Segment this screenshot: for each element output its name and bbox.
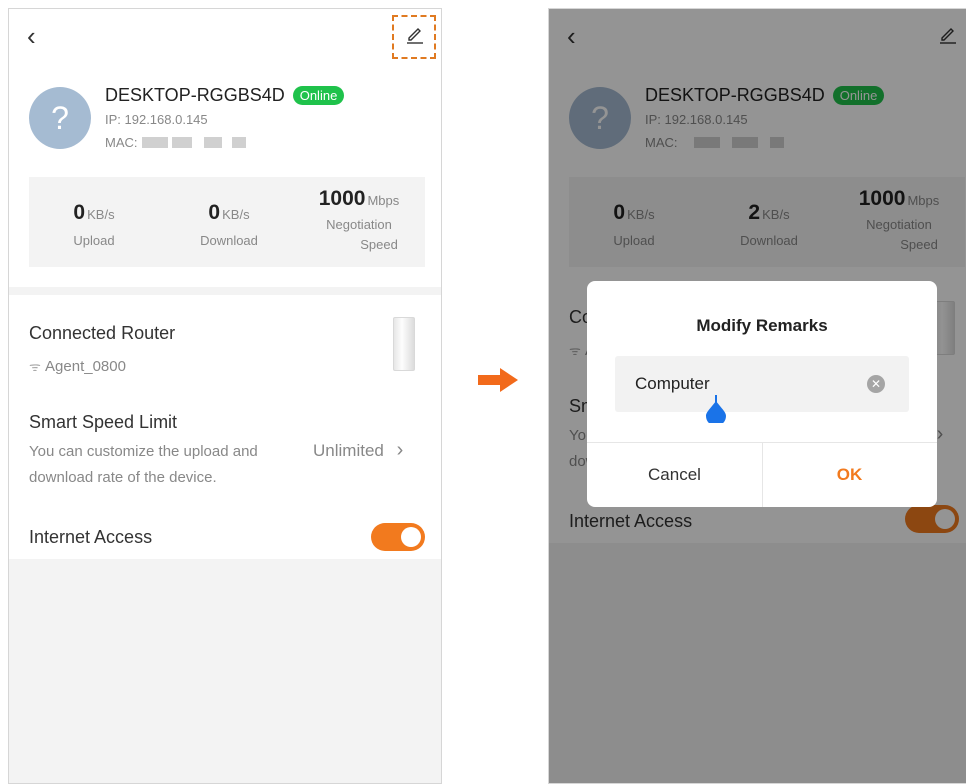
upload-unit: KB/s <box>87 207 115 222</box>
mac-redacted <box>171 137 192 148</box>
device-ip: IP: 192.168.0.145 <box>105 112 208 127</box>
avatar-glyph: ? <box>51 99 69 136</box>
remarks-input[interactable] <box>635 356 865 412</box>
device-info-card: ‹ ? DESKTOP-RGGBS4D Online IP: 192.168.0… <box>9 9 441 287</box>
negotiation-label-line1: Negotiation <box>326 217 392 232</box>
wifi-icon: ᯤ <box>29 359 41 374</box>
clear-icon[interactable]: ✕ <box>867 375 885 393</box>
avatar: ? <box>29 87 91 149</box>
internet-access-toggle[interactable] <box>371 523 425 551</box>
dialog-title: Modify Remarks <box>696 316 828 335</box>
upload-value: 0 <box>73 201 86 224</box>
mac-redacted <box>231 137 246 148</box>
upload-stat: 0 KB/s Upload <box>49 201 139 248</box>
internet-access-title: Internet Access <box>29 527 153 547</box>
negotiation-value: 1000 <box>318 187 366 210</box>
device-name-row: DESKTOP-RGGBS4D Online <box>105 85 345 106</box>
speed-limit-value-row[interactable]: Unlimited › <box>313 439 403 462</box>
mac-redacted <box>203 137 222 148</box>
device-name: DESKTOP-RGGBS4D <box>105 85 285 105</box>
connected-router-title: Connected Router <box>29 323 176 343</box>
back-icon[interactable]: ‹ <box>27 23 36 49</box>
speed-limit-title: Smart Speed Limit <box>29 412 178 432</box>
ok-button[interactable]: OK <box>762 442 937 507</box>
mac-label: MAC: <box>105 135 138 150</box>
remarks-input-wrapper: ✕ <box>615 356 909 412</box>
chevron-right-icon: › <box>396 439 404 461</box>
device-details-screen: ‹ ? DESKTOP-RGGBS4D Online IP: 192.168.0… <box>8 8 442 784</box>
download-label: Download <box>200 233 258 248</box>
negotiation-label: Negotiation Speed <box>299 215 419 255</box>
text-cursor-handle[interactable] <box>704 395 728 423</box>
cancel-button[interactable]: Cancel <box>587 442 762 507</box>
download-unit: KB/s <box>222 207 250 222</box>
device-settings-card: Connected Router ᯤ Agent_0800 Smart Spee… <box>9 295 441 559</box>
arrow-right-icon <box>478 368 518 392</box>
device-mac: MAC: <box>105 135 246 150</box>
download-value: 0 <box>208 201 221 224</box>
edit-highlight-box <box>392 15 436 59</box>
connected-router-ssid-row: ᯤ Agent_0800 <box>29 357 126 375</box>
traffic-stats: 0 KB/s Upload 0 KB/s Download 1000 Mbps Neg… <box>29 177 425 267</box>
upload-label: Upload <box>73 233 115 248</box>
speed-limit-desc-line2: download rate of the device. <box>29 469 217 486</box>
negotiation-stat: 1000 Mbps Negotiation Speed <box>299 187 419 255</box>
toggle-knob <box>401 527 421 547</box>
status-badge: Online <box>292 86 345 105</box>
modify-remarks-dialog: Modify Remarks ✕ Cancel OK <box>587 281 937 507</box>
negotiation-unit: Mbps <box>367 193 400 208</box>
router-ssid: Agent_0800 <box>45 358 126 375</box>
download-stat: 0 KB/s Download <box>179 201 279 248</box>
speed-limit-value: Unlimited <box>313 441 384 460</box>
mac-redacted <box>141 137 168 148</box>
speed-limit-desc-line1: You can customize the upload and <box>29 443 258 460</box>
negotiation-label-line2: Speed <box>360 237 398 252</box>
router-image <box>393 317 415 371</box>
